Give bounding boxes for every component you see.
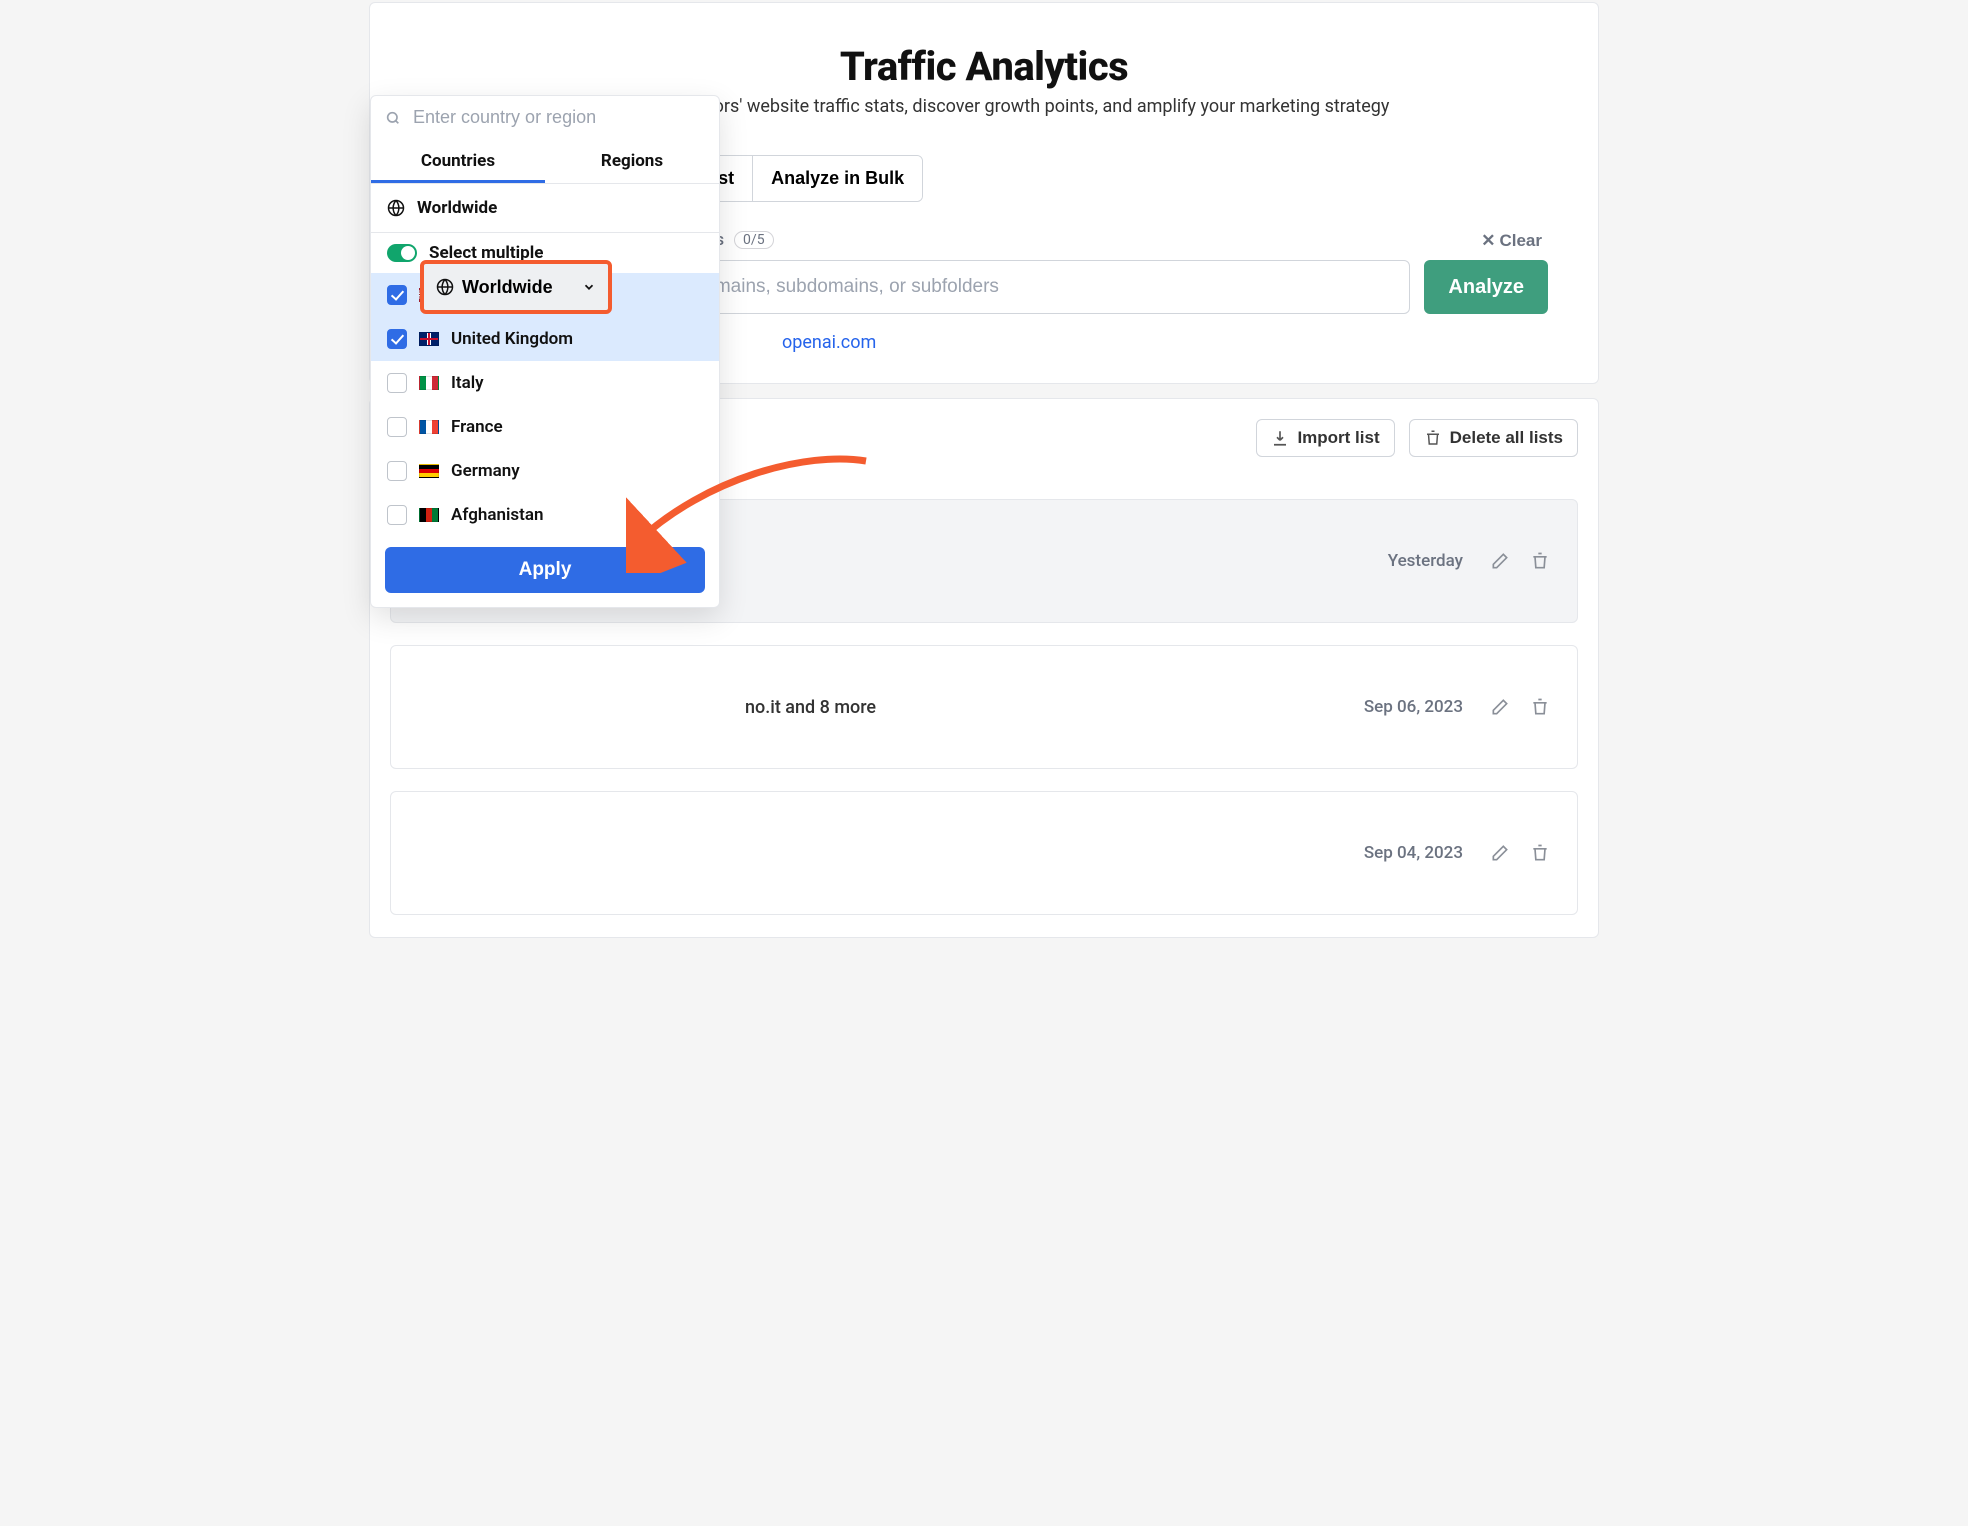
delete-button[interactable] <box>1527 694 1553 720</box>
worldwide-option[interactable]: Worldwide <box>371 184 719 233</box>
country-name: Italy <box>451 373 484 393</box>
list-row-text: no.it and 8 more <box>415 697 1350 718</box>
analyze-button[interactable]: Analyze <box>1424 260 1548 314</box>
suggestion-link[interactable]: openai.com <box>782 332 876 353</box>
checkbox[interactable] <box>387 417 407 437</box>
country-option[interactable]: France <box>371 405 719 449</box>
country-name: United Kingdom <box>451 329 573 349</box>
flag-icon <box>419 332 439 346</box>
chevron-down-icon <box>582 280 596 294</box>
close-icon: ✕ <box>1481 231 1495 251</box>
pencil-icon <box>1490 697 1510 717</box>
pencil-icon <box>1490 551 1510 571</box>
checkbox[interactable] <box>387 285 407 305</box>
globe-icon <box>387 199 405 217</box>
tab-regions[interactable]: Regions <box>545 139 719 183</box>
search-icon <box>385 110 401 126</box>
location-dropdown-button[interactable]: Worldwide <box>420 260 612 314</box>
globe-icon <box>436 278 454 296</box>
country-option[interactable]: Italy <box>371 361 719 405</box>
list-row[interactable]: no.it and 8 more Sep 06, 2023 <box>390 645 1578 769</box>
delete-button[interactable] <box>1527 840 1553 866</box>
list-row[interactable]: Sep 04, 2023 <box>390 791 1578 915</box>
list-row-date: Sep 04, 2023 <box>1364 843 1463 863</box>
tab-countries[interactable]: Countries <box>371 139 545 183</box>
edit-button[interactable] <box>1487 548 1513 574</box>
clear-button[interactable]: ✕ Clear <box>1475 230 1548 252</box>
delete-all-button[interactable]: Delete all lists <box>1409 419 1578 457</box>
list-row-date: Yesterday <box>1388 551 1463 571</box>
checkbox[interactable] <box>387 505 407 525</box>
competitors-input[interactable] <box>626 260 1410 314</box>
select-multiple-toggle[interactable] <box>387 244 417 262</box>
checkbox[interactable] <box>387 373 407 393</box>
country-name: Germany <box>451 461 520 481</box>
country-name: Afghanistan <box>451 505 543 525</box>
download-icon <box>1271 429 1289 447</box>
country-option[interactable]: Germany <box>371 449 719 493</box>
edit-button[interactable] <box>1487 694 1513 720</box>
trash-icon <box>1530 551 1550 571</box>
delete-button[interactable] <box>1527 548 1553 574</box>
checkbox[interactable] <box>387 461 407 481</box>
country-option[interactable]: Afghanistan <box>371 493 719 537</box>
pencil-icon <box>1490 843 1510 863</box>
edit-button[interactable] <box>1487 840 1513 866</box>
location-popover: Countries Regions Worldwide Select multi… <box>370 95 720 608</box>
country-option[interactable]: United Kingdom <box>371 317 719 361</box>
location-search-input[interactable] <box>411 106 705 129</box>
list-row-date: Sep 06, 2023 <box>1364 697 1463 717</box>
country-name: France <box>451 417 503 437</box>
page-title: Traffic Analytics <box>420 43 1548 90</box>
competitors-count-badge: 0/5 <box>734 231 774 249</box>
apply-button[interactable]: Apply <box>385 547 705 593</box>
flag-icon <box>419 376 439 390</box>
flag-icon <box>419 464 439 478</box>
mode-tab-2[interactable]: Analyze in Bulk <box>753 156 922 201</box>
trash-icon <box>1424 429 1442 447</box>
flag-icon <box>419 420 439 434</box>
flag-icon <box>419 508 439 522</box>
import-list-button[interactable]: Import list <box>1256 419 1394 457</box>
checkbox[interactable] <box>387 329 407 349</box>
trash-icon <box>1530 697 1550 717</box>
trash-icon <box>1530 843 1550 863</box>
